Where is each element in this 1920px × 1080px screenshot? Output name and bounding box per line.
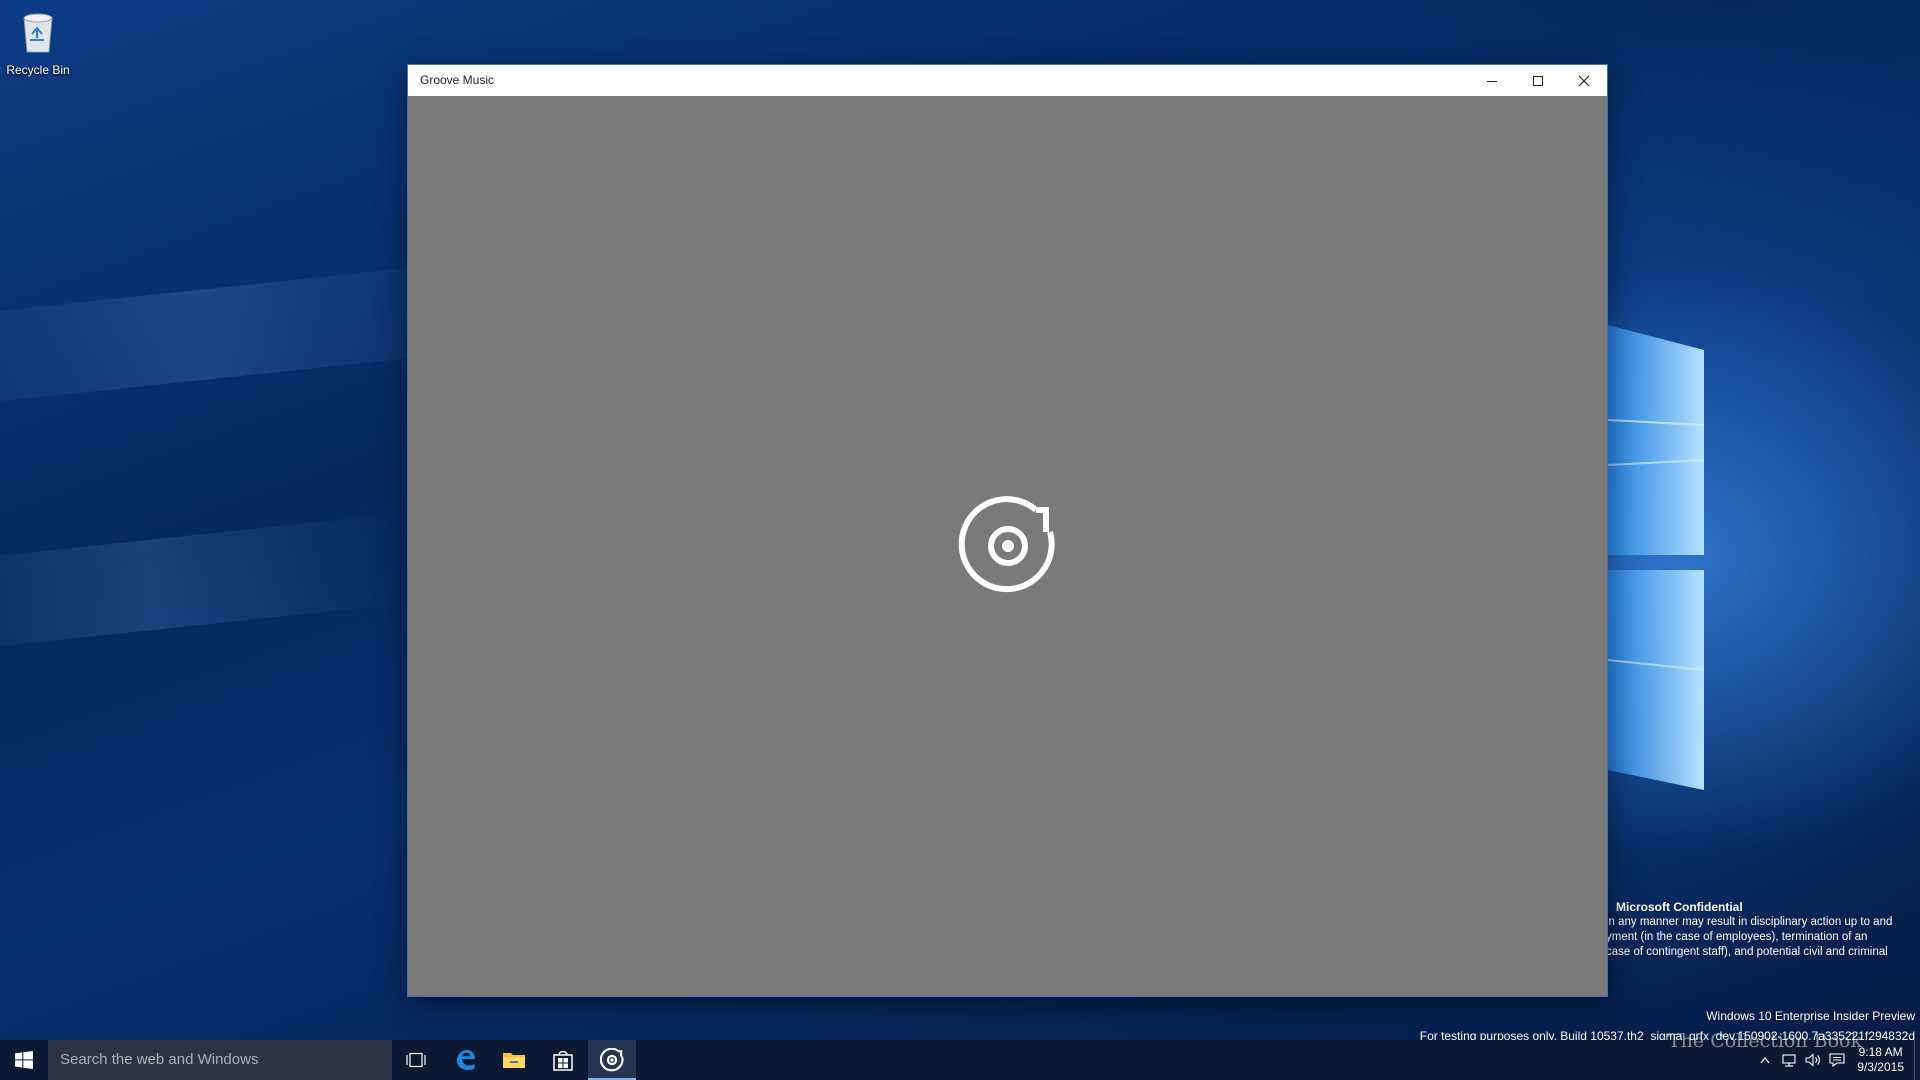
- tray-overflow-button[interactable]: [1753, 1040, 1777, 1080]
- start-button[interactable]: [0, 1040, 48, 1080]
- clock-date: 9/3/2015: [1857, 1060, 1904, 1074]
- edge-icon: [457, 1050, 475, 1070]
- search-placeholder: Search the web and Windows: [60, 1051, 259, 1068]
- search-box[interactable]: Search the web and Windows: [48, 1040, 392, 1080]
- tray-volume[interactable]: [1801, 1040, 1825, 1080]
- confidential-title: Microsoft Confidential: [1616, 900, 1743, 914]
- maximize-button[interactable]: [1515, 65, 1561, 96]
- windows-logo-graphic: [1608, 325, 1705, 790]
- confidential-line: case of contingent staff), and potential…: [1606, 946, 1888, 958]
- store-icon: [553, 1050, 573, 1071]
- system-tray: 9:18 AM 9/3/2015: [1753, 1040, 1920, 1080]
- task-view-icon: [406, 1052, 426, 1068]
- taskbar-task-view[interactable]: [392, 1040, 440, 1080]
- desktop-icon-label: Recycle Bin: [6, 63, 70, 77]
- taskbar: Search the web and Windows 9:18 AM 9/3/2…: [0, 1040, 1920, 1080]
- minimize-icon: [1487, 80, 1497, 82]
- taskbar-file-explorer[interactable]: [490, 1040, 538, 1080]
- groove-music-window[interactable]: Groove Music: [407, 64, 1608, 997]
- action-center-icon: [1829, 1053, 1845, 1067]
- taskbar-store[interactable]: [539, 1040, 587, 1080]
- confidential-line: in any manner may result in disciplinary…: [1606, 916, 1893, 928]
- groove-music-icon: [600, 1048, 624, 1072]
- confidential-line: yment (in the case of employees), termin…: [1606, 931, 1868, 943]
- show-desktop-button[interactable]: [1914, 1040, 1920, 1080]
- tray-network[interactable]: [1777, 1040, 1801, 1080]
- edition-label: Windows 10 Enterprise Insider Preview: [1706, 1009, 1915, 1023]
- window-titlebar[interactable]: Groove Music: [408, 65, 1607, 96]
- window-title: Groove Music: [420, 73, 495, 87]
- maximize-icon: [1533, 75, 1543, 86]
- taskbar-groove-music[interactable]: [588, 1040, 636, 1080]
- splash-screen: [408, 96, 1607, 996]
- chevron-up-icon: [1760, 1057, 1770, 1064]
- close-icon: [1578, 75, 1590, 86]
- wallpaper-light-beam: [0, 514, 404, 656]
- groove-music-logo-icon: [958, 496, 1055, 593]
- folder-icon: [503, 1053, 525, 1068]
- confidential-notice: Microsoft Confidential in any manner may…: [1606, 900, 1920, 960]
- taskbar-edge[interactable]: [441, 1040, 489, 1080]
- recycle-bin-icon: [23, 13, 53, 53]
- volume-icon: [1805, 1053, 1821, 1067]
- network-icon: [1782, 1054, 1796, 1067]
- clock-time: 9:18 AM: [1858, 1045, 1903, 1059]
- desktop-icon-recycle-bin[interactable]: Recycle Bin: [4, 8, 72, 77]
- minimize-button[interactable]: [1469, 65, 1515, 96]
- close-button[interactable]: [1561, 65, 1607, 96]
- taskbar-clock[interactable]: 9:18 AM 9/3/2015: [1849, 1045, 1914, 1075]
- tray-action-center[interactable]: [1825, 1040, 1849, 1080]
- windows-start-icon: [15, 1051, 33, 1069]
